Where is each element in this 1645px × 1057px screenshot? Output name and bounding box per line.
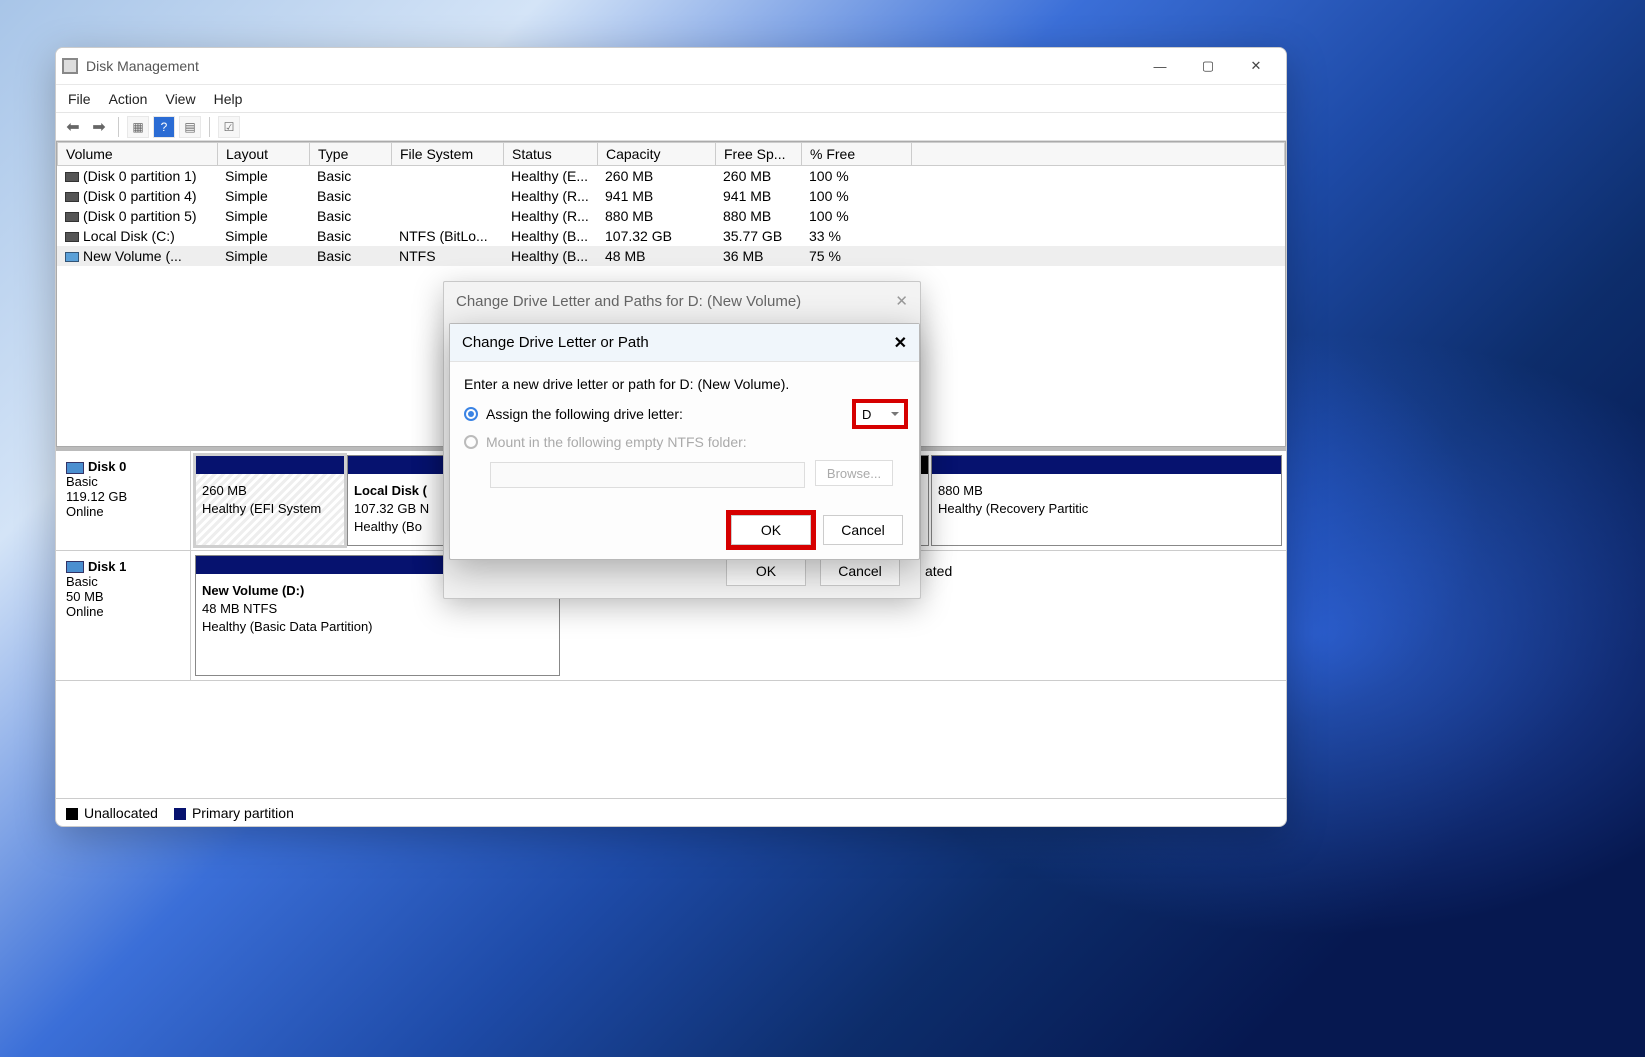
volume-icon (65, 232, 79, 242)
col-capacity[interactable]: Capacity (598, 143, 716, 166)
dialog-inner-titlebar: Change Drive Letter or Path ✕ (450, 324, 919, 362)
disk-0-label[interactable]: Disk 0 Basic 119.12 GB Online (56, 451, 191, 550)
radio-mount-label: Mount in the following empty NTFS folder… (486, 434, 747, 450)
table-row[interactable]: (Disk 0 partition 4)SimpleBasicHealthy (… (57, 186, 1285, 206)
toolbar-icon-1[interactable]: ▦ (127, 116, 149, 138)
col-status[interactable]: Status (504, 143, 598, 166)
volume-icon (65, 252, 79, 262)
dialog-outer-close-icon[interactable]: ✕ (895, 292, 908, 310)
partition-efi[interactable]: 260 MB Healthy (EFI System (195, 455, 345, 546)
disk-1-label[interactable]: Disk 1 Basic 50 MB Online (56, 551, 191, 680)
close-button[interactable]: ✕ (1246, 56, 1266, 76)
dialog-inner-close-icon[interactable]: ✕ (894, 333, 907, 353)
partition-c[interactable]: Local Disk ( 107.32 GB N Healthy (Bo (347, 455, 447, 546)
inner-cancel-button[interactable]: Cancel (823, 515, 903, 545)
browse-button: Browse... (815, 460, 893, 486)
col-layout[interactable]: Layout (218, 143, 310, 166)
volume-icon (65, 212, 79, 222)
col-free[interactable]: Free Sp... (716, 143, 802, 166)
toolbar-icon-2[interactable]: ▤ (179, 116, 201, 138)
outer-ok-button[interactable]: OK (726, 556, 806, 586)
minimize-button[interactable]: — (1150, 56, 1170, 76)
column-headers: Volume Layout Type File System Status Ca… (58, 143, 1285, 166)
outer-cancel-button[interactable]: Cancel (820, 556, 900, 586)
legend: Unallocated Primary partition (56, 798, 1286, 826)
back-button[interactable]: ⬅ (62, 116, 84, 138)
window-title: Disk Management (86, 58, 199, 74)
col-pct[interactable]: % Free (802, 143, 912, 166)
dialog-outer-title: Change Drive Letter and Paths for D: (Ne… (456, 293, 801, 310)
radio-mount-folder[interactable] (464, 435, 478, 449)
table-row[interactable]: Local Disk (C:)SimpleBasicNTFS (BitLo...… (57, 226, 1285, 246)
disk-icon (66, 462, 84, 474)
volume-icon (65, 172, 79, 182)
help-icon[interactable]: ? (153, 116, 175, 138)
app-icon (62, 58, 78, 74)
col-fs[interactable]: File System (392, 143, 504, 166)
table-row[interactable]: New Volume (...SimpleBasicNTFSHealthy (B… (57, 246, 1285, 266)
volume-icon (65, 192, 79, 202)
legend-unallocated: Unallocated (66, 805, 158, 821)
toolbar-icon-3[interactable]: ☑ (218, 116, 240, 138)
radio-assign-label[interactable]: Assign the following drive letter: (486, 406, 683, 422)
col-type[interactable]: Type (310, 143, 392, 166)
drive-letter-select[interactable]: D (855, 402, 905, 426)
partition-recovery[interactable]: 880 MB Healthy (Recovery Partitic (931, 455, 1282, 546)
legend-primary: Primary partition (174, 805, 294, 821)
col-spacer (912, 143, 1285, 166)
forward-button[interactable]: ➡ (88, 116, 110, 138)
dialog-inner-title: Change Drive Letter or Path (462, 334, 649, 351)
dialog-outer-titlebar: Change Drive Letter and Paths for D: (Ne… (444, 282, 920, 320)
mount-path-input (490, 462, 805, 488)
menu-action[interactable]: Action (109, 91, 148, 107)
table-row[interactable]: (Disk 0 partition 5)SimpleBasicHealthy (… (57, 206, 1285, 226)
dialog-instruction: Enter a new drive letter or path for D: … (464, 376, 905, 392)
disk-icon (66, 561, 84, 573)
truncated-text-fragment: ated (925, 563, 952, 579)
inner-ok-button[interactable]: OK (731, 515, 811, 545)
menu-file[interactable]: File (68, 91, 91, 107)
titlebar: Disk Management — ▢ ✕ (56, 48, 1286, 85)
menu-view[interactable]: View (165, 91, 195, 107)
menubar: File Action View Help (56, 85, 1286, 113)
menu-help[interactable]: Help (214, 91, 243, 107)
change-letter-dialog: Change Drive Letter or Path ✕ Enter a ne… (449, 323, 920, 560)
table-row[interactable]: (Disk 0 partition 1)SimpleBasicHealthy (… (57, 166, 1285, 186)
maximize-button[interactable]: ▢ (1198, 56, 1218, 76)
toolbar: ⬅ ➡ ▦ ? ▤ ☑ (56, 113, 1286, 141)
col-volume[interactable]: Volume (58, 143, 218, 166)
radio-assign-letter[interactable] (464, 407, 478, 421)
